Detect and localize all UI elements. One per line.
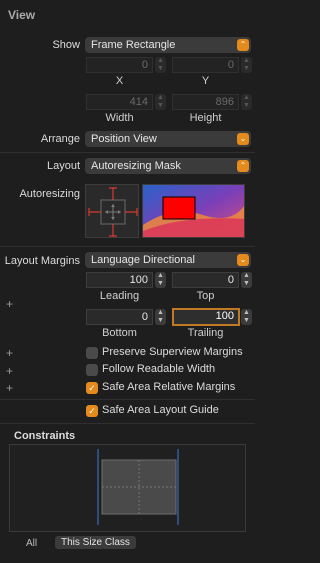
x-label: X — [115, 75, 124, 87]
autoresizing-preview — [142, 184, 245, 238]
x-stepper[interactable]: ▲ ▼ — [155, 57, 166, 73]
arrange-label: Arrange — [40, 133, 80, 145]
width-stepper[interactable]: ▲ ▼ — [155, 94, 166, 110]
safe-area-guide-checkbox[interactable]: ✓ — [86, 405, 98, 417]
y-field[interactable]: 0 — [172, 57, 239, 73]
preserve-superview-checkbox[interactable] — [86, 347, 98, 359]
arrange-popup-value: Position View — [91, 133, 157, 145]
plus-icon[interactable]: + — [6, 346, 13, 360]
leading-label: Leading — [99, 290, 140, 302]
popup-arrows-icon: ⌃ — [237, 160, 249, 172]
trailing-stepper[interactable]: ▲ ▼ — [241, 309, 252, 325]
popup-arrows-icon: ⌄ — [237, 254, 249, 266]
autoresizing-mask-editor[interactable] — [85, 184, 139, 238]
preserve-superview-label: Preserve Superview Margins — [102, 346, 243, 358]
constraints-title: Constraints — [14, 430, 76, 442]
x-field[interactable]: 0 — [86, 57, 153, 73]
width-label: Width — [105, 112, 134, 124]
height-field[interactable]: 896 — [172, 94, 239, 110]
divider — [0, 152, 255, 153]
y-label: Y — [201, 75, 210, 87]
show-popup-value: Frame Rectangle — [91, 39, 176, 51]
layout-margins-popup-value: Language Directional — [91, 254, 195, 266]
constraints-diagram-icon — [97, 449, 179, 525]
safe-area-relative-checkbox[interactable]: ✓ — [86, 382, 98, 394]
popup-arrows-icon: ⌄ — [237, 133, 249, 145]
popup-arrows-icon: ⌃ — [237, 39, 249, 51]
divider — [0, 423, 255, 424]
bottom-field[interactable]: 0 — [86, 309, 153, 325]
bottom-label: Bottom — [102, 327, 137, 339]
layout-margins-label: Layout Margins — [4, 255, 80, 267]
wallpaper-preview-icon — [143, 185, 244, 237]
safe-area-relative-label: Safe Area Relative Margins — [102, 381, 236, 393]
follow-readable-label: Follow Readable Width — [102, 363, 216, 375]
autoresizing-label: Autoresizing — [19, 188, 80, 200]
divider — [0, 399, 255, 400]
arrange-popup[interactable]: Position View ⌄ — [85, 131, 251, 147]
constraints-box — [9, 444, 246, 532]
layout-popup-value: Autoresizing Mask — [91, 160, 181, 172]
plus-icon[interactable]: + — [6, 364, 13, 378]
width-field[interactable]: 414 — [86, 94, 153, 110]
trailing-field[interactable]: 100 — [172, 308, 240, 326]
layout-margins-popup[interactable]: Language Directional ⌄ — [85, 252, 251, 268]
divider — [0, 246, 255, 247]
tab-this-size-class[interactable]: This Size Class — [55, 536, 136, 549]
trailing-label: Trailing — [187, 327, 224, 339]
leading-field[interactable]: 100 — [86, 272, 153, 288]
bottom-stepper[interactable]: ▲ ▼ — [155, 309, 166, 325]
top-field[interactable]: 0 — [172, 272, 239, 288]
show-label: Show — [52, 39, 80, 51]
section-title: View — [8, 8, 36, 22]
size-inspector-panel: View Show Frame Rectangle ⌃ 0 ▲ ▼ 0 ▲ ▼ X … — [0, 0, 255, 563]
follow-readable-checkbox[interactable] — [86, 364, 98, 376]
safe-area-guide-label: Safe Area Layout Guide — [102, 404, 219, 416]
plus-icon[interactable]: + — [6, 297, 13, 311]
height-stepper[interactable]: ▲ ▼ — [241, 94, 252, 110]
plus-icon[interactable]: + — [6, 381, 13, 395]
tab-all[interactable]: All — [26, 538, 37, 549]
layout-popup[interactable]: Autoresizing Mask ⌃ — [85, 158, 251, 174]
y-stepper[interactable]: ▲ ▼ — [241, 57, 252, 73]
layout-label: Layout — [46, 160, 80, 172]
leading-stepper[interactable]: ▲ ▼ — [155, 272, 166, 288]
height-label: Height — [189, 112, 222, 124]
top-stepper[interactable]: ▲ ▼ — [241, 272, 252, 288]
top-label: Top — [196, 290, 215, 302]
show-popup[interactable]: Frame Rectangle ⌃ — [85, 37, 251, 53]
autoresizing-struts-icon — [88, 187, 138, 237]
